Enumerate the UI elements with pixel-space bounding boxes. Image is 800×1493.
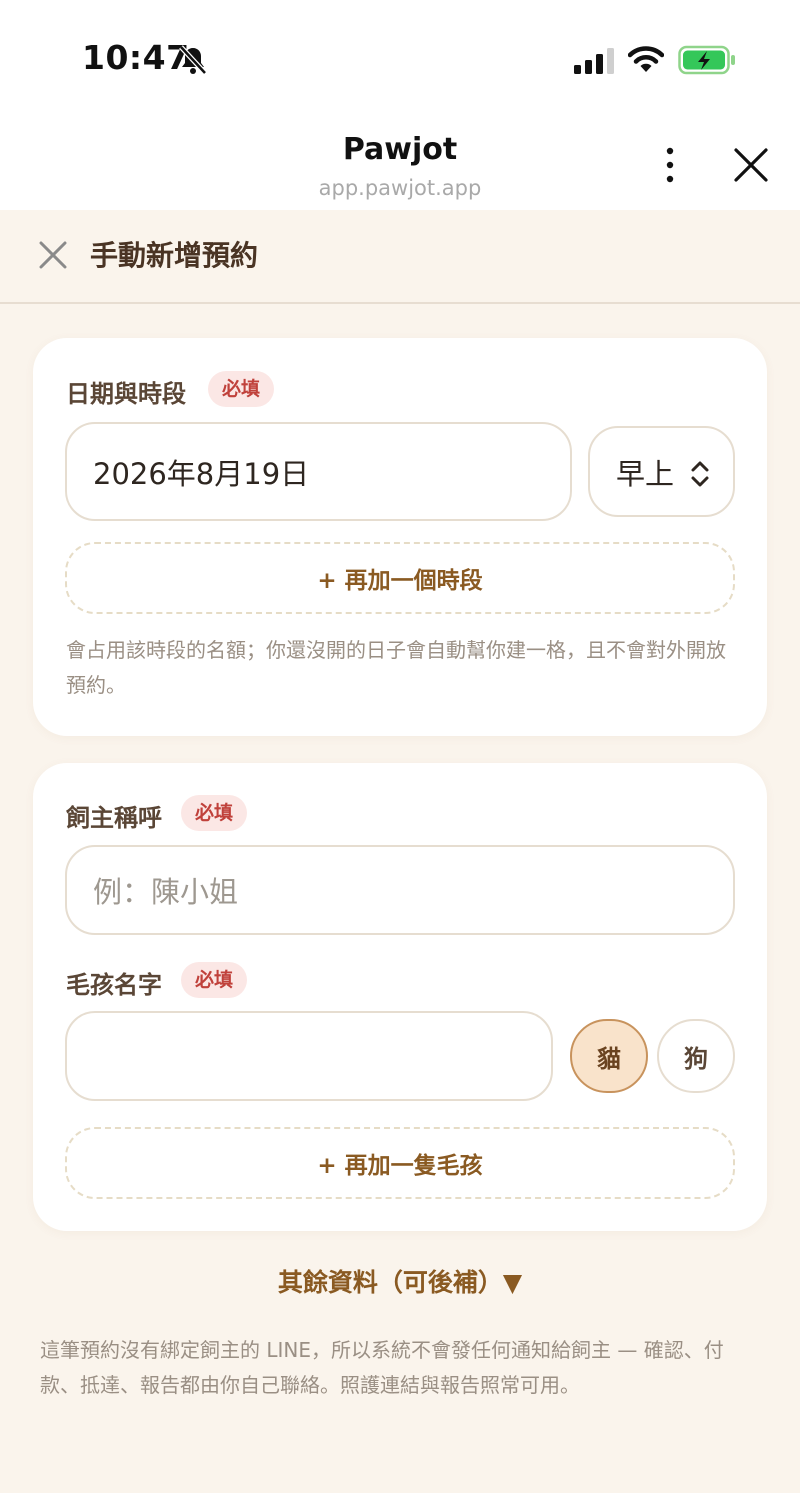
period-select[interactable]: 早上	[588, 426, 735, 517]
owner-name-label: 飼主稱呼	[66, 804, 162, 832]
close-browser-icon[interactable]	[732, 146, 770, 184]
owner-name-input[interactable]: 例：陳小姐	[65, 845, 735, 935]
close-icon[interactable]	[38, 240, 68, 270]
add-pet-button[interactable]: + 再加一隻毛孩	[65, 1127, 735, 1199]
period-value: 早上	[616, 456, 675, 491]
footer-note: 這筆預約沒有綁定飼主的 LINE，所以系統不會發任何通知給飼主 — 確認、付款、…	[40, 1338, 724, 1397]
owner-pet-card: 飼主稱呼 必填 例：陳小姐 毛孩名字 必填 貓 狗 + 再加一隻毛孩	[33, 763, 767, 1231]
species-cat-chip[interactable]: 貓	[570, 1019, 648, 1093]
screen: 10:47 Pawjot app.pawjot.app 手動新增預約 日期與時段…	[0, 0, 800, 1493]
add-slot-button[interactable]: + 再加一個時段	[65, 542, 735, 614]
pet-name-input[interactable]	[65, 1011, 553, 1101]
date-period-label: 日期與時段	[66, 380, 186, 408]
more-info-toggle[interactable]: 其餘資料（可後補）▼	[0, 1263, 800, 1299]
browser-chrome: 10:47 Pawjot app.pawjot.app	[0, 0, 800, 210]
status-time: 10:47	[82, 38, 190, 77]
more-options-icon[interactable]	[652, 145, 688, 185]
pet-name-label: 毛孩名字	[66, 971, 162, 999]
page-title: 手動新增預約	[90, 239, 259, 272]
required-badge: 必填	[181, 795, 248, 831]
owner-name-placeholder: 例：陳小姐	[93, 875, 239, 909]
species-dog-chip[interactable]: 狗	[657, 1019, 735, 1093]
app-header: 手動新增預約	[0, 210, 800, 304]
required-badge: 必填	[208, 371, 275, 407]
schedule-note: 會占用該時段的名額；你還沒開的日子會自動幫你建一格，且不會對外開放預約。	[66, 638, 726, 697]
schedule-card: 日期與時段 必填 2026年8月19日 早上 + 再加一個時段 會占用該時段的名…	[33, 338, 767, 736]
chevron-updown-icon	[691, 461, 709, 487]
date-input[interactable]: 2026年8月19日	[65, 422, 572, 521]
silent-bell-icon	[179, 45, 207, 75]
battery-charging-icon	[678, 45, 735, 75]
cellular-signal-icon	[574, 48, 614, 74]
required-badge: 必填	[181, 962, 248, 998]
date-value: 2026年8月19日	[93, 456, 310, 491]
wifi-icon	[628, 46, 664, 72]
